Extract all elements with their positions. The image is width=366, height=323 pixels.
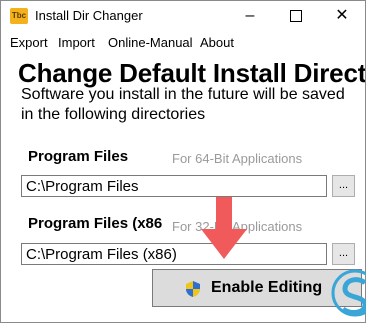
maximize-button[interactable]: [273, 1, 319, 31]
program-files-browse-button[interactable]: ...: [332, 175, 355, 197]
shield-icon: [186, 281, 200, 297]
watermark-logo-icon: [331, 269, 366, 317]
maximize-icon: [290, 9, 302, 22]
menu-about[interactable]: About: [200, 35, 234, 50]
description-text: Software you install in the future will …: [21, 86, 345, 123]
window-title: Install Dir Changer: [35, 8, 143, 23]
menu-bar: Export Import Online-Manual About: [1, 33, 365, 53]
enable-editing-label: Enable Editing: [211, 279, 323, 296]
program-files-input[interactable]: C:\Program Files: [21, 175, 327, 197]
program-files-x86-label: Program Files (x86: [28, 215, 163, 232]
program-files-hint: For 64-Bit Applications: [172, 151, 303, 166]
close-button[interactable]: ✕: [319, 1, 365, 31]
menu-export[interactable]: Export: [10, 35, 48, 50]
title-bar: Tbc Install Dir Changer – ✕: [1, 1, 365, 31]
minimize-button[interactable]: –: [227, 1, 273, 31]
program-files-x86-browse-button[interactable]: ...: [332, 243, 355, 265]
program-files-label: Program Files: [28, 148, 129, 165]
app-icon: Tbc: [10, 8, 28, 24]
arrow-down-icon: [201, 197, 247, 259]
program-files-x86-input[interactable]: C:\Program Files (x86): [21, 243, 327, 265]
menu-online-manual[interactable]: Online-Manual: [108, 35, 193, 50]
menu-import[interactable]: Import: [58, 35, 95, 50]
